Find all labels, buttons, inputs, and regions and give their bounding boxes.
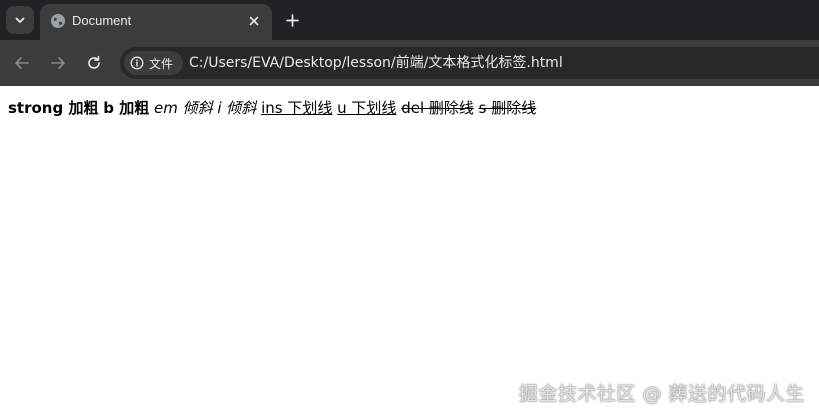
i-text: i 倾斜	[217, 99, 257, 117]
page-content: strong 加粗 b 加粗 em 倾斜 i 倾斜 ins 下划线 u 下划线 …	[0, 86, 819, 416]
plus-icon	[285, 13, 299, 27]
url-text[interactable]: C:/Users/EVA/Desktop/lesson/前端/文本格式化标签.h…	[189, 54, 563, 72]
info-icon	[130, 56, 144, 70]
tab-search-button[interactable]	[6, 6, 34, 34]
ins-text: ins 下划线	[261, 99, 333, 117]
strong-text: strong 加粗	[8, 99, 99, 117]
site-info-button[interactable]: 文件	[124, 51, 184, 75]
toolbar: 文件 C:/Users/EVA/Desktop/lesson/前端/文本格式化标…	[0, 40, 819, 86]
back-arrow-icon	[15, 57, 29, 69]
globe-icon	[51, 14, 65, 28]
tab-title: Document	[72, 13, 132, 28]
del-text: del 删除线	[401, 99, 474, 117]
reload-icon	[88, 55, 100, 69]
close-icon	[249, 16, 259, 26]
u-text: u 下划线	[337, 99, 397, 117]
s-text: s 删除线	[478, 99, 537, 117]
tab-close-button[interactable]	[244, 11, 264, 31]
new-tab-button[interactable]	[280, 8, 304, 32]
forward-button[interactable]	[46, 51, 70, 75]
tab-document[interactable]: Document	[40, 4, 272, 40]
site-info-label: 文件	[149, 56, 174, 71]
address-bar[interactable]: 文件 C:/Users/EVA/Desktop/lesson/前端/文本格式化标…	[120, 47, 819, 79]
watermark: 掘金技术社区 @ 葬送的代码人生	[518, 383, 805, 405]
chevron-down-icon	[15, 17, 25, 23]
em-text: em 倾斜	[153, 99, 213, 117]
tab-strip: Document	[0, 0, 819, 40]
browser-window: Document 文件 C:/Users/EVA/Desktop/lesson/…	[0, 0, 819, 416]
forward-arrow-icon	[51, 57, 65, 69]
back-button[interactable]	[10, 51, 34, 75]
formatted-text-line: strong 加粗 b 加粗 em 倾斜 i 倾斜 ins 下划线 u 下划线 …	[8, 98, 536, 118]
b-text: b 加粗	[103, 99, 150, 117]
reload-button[interactable]	[82, 51, 106, 75]
